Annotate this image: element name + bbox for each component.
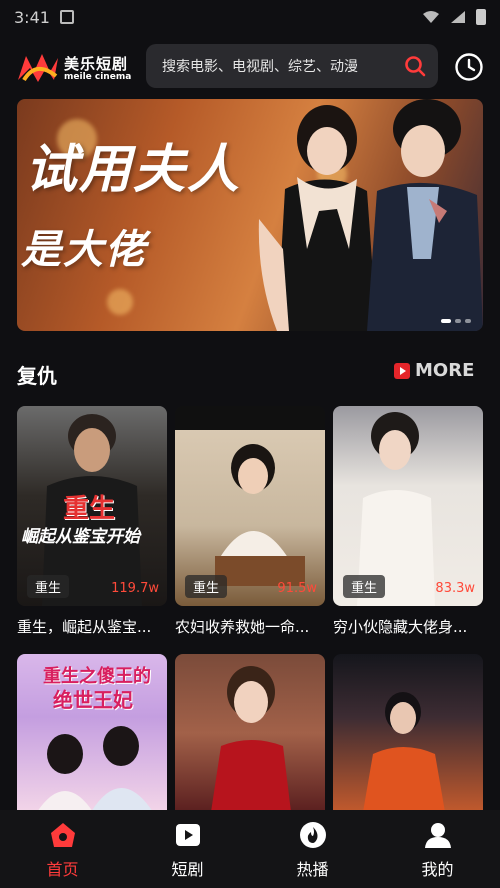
- drama-card[interactable]: 重生 崛起从鉴宝开始 重生 119.7w 重生，崛起从鉴宝...: [17, 406, 167, 637]
- drama-card[interactable]: 重生 91.5w 农妇收养救她一命...: [175, 406, 325, 637]
- more-button[interactable]: MORE: [394, 360, 474, 381]
- nav-home[interactable]: 首页: [13, 820, 113, 880]
- drama-card[interactable]: [175, 654, 325, 812]
- banner-title-line1: 试用夫人: [25, 139, 242, 200]
- history-icon[interactable]: [454, 52, 484, 82]
- nav-label: 我的: [421, 860, 454, 879]
- drama-title: 农妇收养救她一命...: [175, 618, 310, 636]
- home-icon: [50, 823, 75, 847]
- status-bar: 3:41: [0, 0, 500, 34]
- carousel-dot[interactable]: [465, 319, 471, 323]
- nav-trending[interactable]: 热播: [263, 820, 363, 880]
- nav-label: 首页: [46, 860, 79, 879]
- flame-icon: [299, 822, 326, 848]
- nav-label: 热播: [296, 860, 329, 879]
- hero-banner[interactable]: 试用夫人 是大佬: [17, 99, 483, 331]
- genre-tag: 重生: [27, 575, 70, 598]
- carousel-indicator: [441, 319, 471, 323]
- section-title: 复仇: [17, 364, 57, 388]
- carousel-dot[interactable]: [455, 319, 461, 323]
- nav-profile[interactable]: 我的: [388, 820, 488, 880]
- app-header: 美乐短剧 meile cinema 搜索电影、电视剧、综艺、动漫: [0, 42, 500, 90]
- poster-image: [175, 654, 325, 812]
- signal-icon: [451, 11, 465, 23]
- search-input[interactable]: 搜索电影、电视剧、综艺、动漫: [146, 44, 438, 88]
- poster-image: 重生 83.3w: [333, 406, 483, 606]
- poster-image: 重生 91.5w: [175, 406, 325, 606]
- nav-short-drama[interactable]: 短剧: [138, 820, 238, 880]
- drama-card[interactable]: 重生 83.3w 穷小伙隐藏大佬身...: [333, 406, 483, 637]
- view-count: 83.3w: [435, 581, 475, 596]
- notification-icon: [59, 10, 74, 24]
- wifi-icon: [423, 11, 439, 23]
- banner-title-line2: 是大佬: [21, 226, 147, 273]
- user-icon: [424, 823, 451, 848]
- brand: 美乐短剧 meile cinema: [64, 53, 131, 82]
- drama-title: 穷小伙隐藏大佬身...: [333, 618, 468, 636]
- app-logo-icon: [18, 54, 58, 82]
- drama-card[interactable]: 重生之傻王的 绝世王妃: [17, 654, 167, 812]
- view-count: 119.7w: [111, 581, 159, 596]
- genre-tag: 重生: [185, 575, 228, 598]
- search-icon[interactable]: [404, 55, 426, 77]
- poster-image: 重生之傻王的 绝世王妃: [17, 654, 167, 812]
- more-label: MORE: [415, 360, 475, 381]
- battery-icon: [476, 9, 486, 25]
- banner-figures-image: [258, 99, 483, 331]
- status-time: 3:41: [14, 7, 50, 27]
- brand-name: 美乐短剧: [64, 55, 129, 73]
- poster-image: 重生 崛起从鉴宝开始 重生 119.7w: [17, 406, 167, 606]
- bottom-nav: 首页 短剧 热播 我的: [0, 810, 500, 888]
- drama-title: 重生，崛起从鉴宝...: [17, 618, 152, 636]
- nav-label: 短剧: [171, 860, 204, 879]
- poster-subtitle-text: 崛起从鉴宝开始: [21, 527, 140, 547]
- play-video-icon: [175, 824, 200, 846]
- brand-subtitle: meile cinema: [64, 72, 132, 82]
- search-placeholder: 搜索电影、电视剧、综艺、动漫: [162, 59, 358, 75]
- drama-card[interactable]: [333, 654, 483, 812]
- carousel-dot[interactable]: [441, 319, 451, 323]
- genre-tag: 重生: [343, 575, 386, 598]
- view-count: 91.5w: [277, 581, 317, 596]
- poster-title-text: 重生: [63, 494, 116, 524]
- play-icon: [394, 362, 410, 379]
- poster-image: [333, 654, 483, 812]
